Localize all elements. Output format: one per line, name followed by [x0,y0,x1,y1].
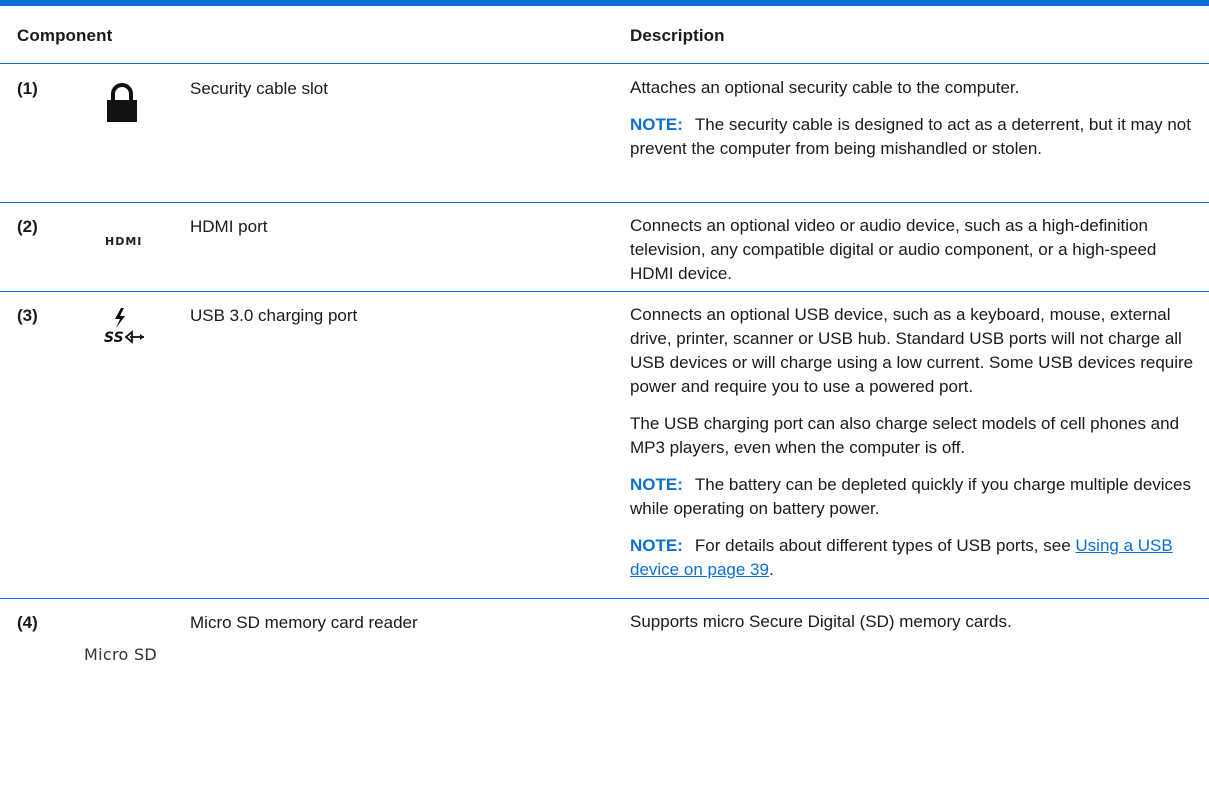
component-description: Connects an optional video or audio devi… [630,214,1200,299]
note-label: NOTE: [630,115,683,134]
component-name: HDMI port [190,217,268,236]
row-number: (2) [17,217,38,236]
note-suffix: . [768,560,774,579]
description-paragraph: Attaches an optional security cable to t… [630,78,1020,97]
note-text: For details about different types of USB… [694,536,1071,555]
table-row: (3) SS USB 3.0 charging port Connects an… [0,292,1209,599]
note-label: NOTE: [630,475,683,494]
note-text: The security cable is designed to act as… [630,115,1191,158]
component-table: Component Description (1) Security cable… [0,0,1209,807]
row-number: (4) [17,613,38,632]
note: NOTE: The battery can be depleted quickly… [630,473,1200,521]
table-header: Component Description [0,6,1209,64]
description-paragraph: The USB charging port can also charge se… [630,414,1180,457]
component-description: Connects an optional USB device, such as… [630,303,1200,595]
component-name: USB 3.0 charging port [190,306,358,325]
table-row: (1) Security cable slot Attaches an opti… [0,64,1209,203]
table-row: (4) Micro SD Micro SD memory card reader… [0,599,1209,699]
component-name: Micro SD memory card reader [190,613,418,632]
usb-charging-icon: SS [104,306,146,355]
micro-sd-icon: Micro SD [84,645,158,664]
component-description: Supports micro Secure Digital (SD) memor… [630,610,1200,647]
description-paragraph: Supports micro Secure Digital (SD) memor… [630,612,1012,631]
component-name: Security cable slot [190,79,328,98]
note: NOTE: For details about different types o… [630,534,1200,582]
description-paragraph: Connects an optional USB device, such as… [630,305,1194,396]
description-paragraph: Connects an optional video or audio devi… [630,216,1157,283]
note: NOTE: The security cable is designed to a… [630,113,1200,161]
header-component: Component [17,26,113,45]
note-text: The battery can be depleted quickly if y… [630,475,1192,518]
svg-text:SS: SS [104,330,124,346]
lock-icon [105,83,139,128]
header-description: Description [630,26,725,45]
note-label: NOTE: [630,536,683,555]
component-description: Attaches an optional security cable to t… [630,76,1200,174]
hdmi-icon: HDMI [105,235,143,248]
row-number: (1) [17,79,38,98]
row-number: (3) [17,306,38,325]
table-row: (2) HDMI HDMI port Connects an optional … [0,203,1209,292]
